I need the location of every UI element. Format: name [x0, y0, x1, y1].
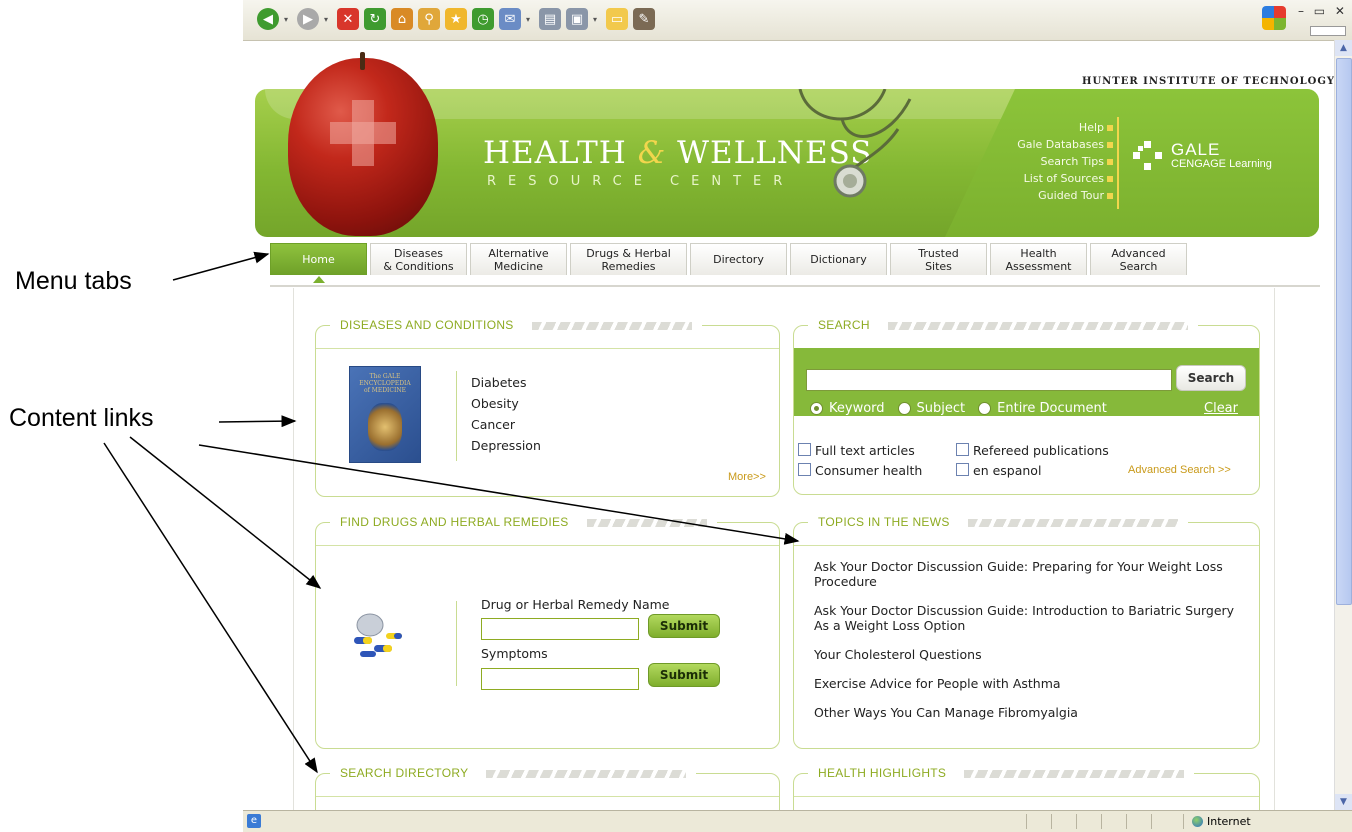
tab-home[interactable]: Home: [270, 243, 367, 275]
header-link-help[interactable]: Help: [1015, 119, 1113, 136]
search-button[interactable]: Search: [1176, 365, 1246, 391]
search-input[interactable]: [806, 369, 1172, 391]
more-link[interactable]: More>>: [728, 471, 766, 483]
favorites-icon[interactable]: ★: [445, 8, 467, 30]
page-icon: e: [247, 814, 261, 828]
radio-subject[interactable]: Subject: [897, 401, 965, 416]
radio-entire-document[interactable]: Entire Document: [978, 401, 1107, 416]
window-controls[interactable]: – ▭ ✕: [1298, 4, 1348, 18]
encyclopedia-cover[interactable]: The GALE ENCYCLOPEDIA of MEDICINE: [349, 366, 421, 463]
clear-link[interactable]: Clear: [1204, 401, 1238, 416]
toolbar-icons: ◀ ▾ ▶ ▾ ✕ ↻ ⌂ ⚲ ★ ◷ ✉ ▾ ▤ ▣ ▾ ▭ ✎: [257, 8, 655, 30]
search-scope-radios: Keyword Subject Entire Document: [810, 401, 1111, 416]
symptoms-input[interactable]: [481, 668, 639, 690]
news-item[interactable]: Ask Your Doctor Discussion Guide: Introd…: [814, 603, 1244, 633]
dropdown-arrow-icon[interactable]: ▾: [284, 15, 292, 24]
news-list: Ask Your Doctor Discussion Guide: Prepar…: [814, 559, 1244, 734]
tab-diseases[interactable]: Diseases & Conditions: [370, 243, 467, 275]
tab-health[interactable]: Health Assessment: [990, 243, 1087, 275]
dropdown-arrow-icon[interactable]: ▾: [526, 15, 534, 24]
checkbox-consumer-health[interactable]: Consumer health: [798, 463, 922, 478]
home-icon[interactable]: ⌂: [391, 8, 413, 30]
scroll-up-icon[interactable]: ▲: [1335, 40, 1352, 56]
header-link-gale-databases[interactable]: Gale Databases: [1015, 136, 1113, 153]
annotation-menu-tabs: Menu tabs: [15, 267, 132, 295]
scroll-down-icon[interactable]: ▼: [1335, 794, 1352, 810]
stethoscope-icon: [798, 89, 912, 198]
stop-icon[interactable]: ✕: [337, 8, 359, 30]
disease-link-diabetes[interactable]: Diabetes: [471, 372, 541, 393]
search-icon[interactable]: ⚲: [418, 8, 440, 30]
menu-tabs: Home Diseases & Conditions Alternative Medic…: [270, 243, 1187, 275]
history-icon[interactable]: ◷: [472, 8, 494, 30]
browser-toolbar: ◀ ▾ ▶ ▾ ✕ ↻ ⌂ ⚲ ★ ◷ ✉ ▾ ▤ ▣ ▾ ▭ ✎ – ▭ ✕: [243, 0, 1352, 41]
edit-icon[interactable]: ▣: [566, 8, 588, 30]
back-icon[interactable]: ◀: [257, 8, 279, 30]
windows-logo-icon: [1262, 6, 1286, 30]
news-panel: TOPICS IN THE NEWS Ask Your Doctor Discu…: [793, 515, 1260, 749]
tab-drugs-herbal[interactable]: Drugs & Herbal Remedies: [570, 243, 687, 275]
diseases-links: Diabetes Obesity Cancer Depression: [471, 372, 541, 456]
refresh-icon[interactable]: ↻: [364, 8, 386, 30]
diseases-title: DISEASES AND CONDITIONS: [340, 318, 514, 332]
checkbox-en-espanol[interactable]: en espanol: [956, 463, 1041, 478]
pills-image: [354, 613, 402, 657]
tab-advanced[interactable]: Advanced Search: [1090, 243, 1187, 275]
highlights-title: HEALTH HIGHLIGHTS: [818, 766, 947, 780]
tab-trusted[interactable]: Trusted Sites: [890, 243, 987, 275]
gale-logo-icon: [1133, 141, 1163, 171]
tab-alternative[interactable]: Alternative Medicine: [470, 243, 567, 275]
news-item[interactable]: Your Cholesterol Questions: [814, 647, 1244, 662]
checkbox-refereed[interactable]: Refereed publications: [956, 443, 1109, 458]
header-link-list-of-sources[interactable]: List of Sources: [1015, 170, 1113, 187]
annotation-content-links: Content links: [9, 404, 154, 432]
drugs-panel: FIND DRUGS AND HERBAL REMEDIES Drug or H…: [315, 515, 780, 749]
advanced-search-link[interactable]: Advanced Search >>: [1128, 464, 1231, 476]
institution-name: HUNTER INSTITUTE OF TECHNOLOGY: [1082, 76, 1336, 87]
news-item[interactable]: Exercise Advice for People with Asthma: [814, 676, 1244, 691]
scroll-thumb[interactable]: [1336, 58, 1352, 605]
gale-cengage-logo[interactable]: GALE CENGAGE Learning: [1133, 141, 1272, 171]
symptoms-submit-button[interactable]: Submit: [648, 663, 720, 687]
apple-logo-icon: [288, 52, 438, 236]
mail-icon[interactable]: ✉: [499, 8, 521, 30]
disease-link-cancer[interactable]: Cancer: [471, 414, 541, 435]
disease-link-obesity[interactable]: Obesity: [471, 393, 541, 414]
drug-name-submit-button[interactable]: Submit: [648, 614, 720, 638]
address-bar-stub: [1310, 26, 1346, 36]
dropdown-arrow-icon[interactable]: ▾: [593, 15, 601, 24]
forward-icon[interactable]: ▶: [297, 8, 319, 30]
directory-title: SEARCH DIRECTORY: [340, 766, 469, 780]
header-links: Help Gale Databases Search Tips List of Sou…: [1015, 119, 1113, 204]
tab-dictionary[interactable]: Dictionary: [790, 243, 887, 275]
news-item[interactable]: Ask Your Doctor Discussion Guide: Prepar…: [814, 559, 1244, 589]
tab-directory[interactable]: Directory: [690, 243, 787, 275]
checkbox-full-text[interactable]: Full text articles: [798, 443, 915, 458]
print-icon[interactable]: ▤: [539, 8, 561, 30]
browser-window: ◀ ▾ ▶ ▾ ✕ ↻ ⌂ ⚲ ★ ◷ ✉ ▾ ▤ ▣ ▾ ▭ ✎ – ▭ ✕ HUNTER INSTITUTE…: [243, 0, 1352, 832]
radio-keyword[interactable]: Keyword: [810, 401, 885, 416]
search-title: SEARCH: [818, 318, 870, 332]
site-subtitle: RESOURCE CENTER: [487, 174, 795, 189]
messenger-icon[interactable]: ✎: [633, 8, 655, 30]
news-item[interactable]: Other Ways You Can Manage Fibromyalgia: [814, 705, 1244, 720]
status-bar: e Internet: [243, 810, 1352, 832]
header-link-guided-tour[interactable]: Guided Tour: [1015, 187, 1113, 204]
globe-icon: [1192, 816, 1203, 827]
diseases-panel: DISEASES AND CONDITIONS The GALE ENCYCLO…: [315, 318, 780, 497]
notes-icon[interactable]: ▭: [606, 8, 628, 30]
drug-name-input[interactable]: [481, 618, 639, 640]
header-link-search-tips[interactable]: Search Tips: [1015, 153, 1113, 170]
vertical-scrollbar[interactable]: ▲ ▼: [1334, 40, 1352, 810]
news-title: TOPICS IN THE NEWS: [818, 515, 950, 529]
symptoms-label: Symptoms: [481, 646, 548, 661]
dropdown-arrow-icon[interactable]: ▾: [324, 15, 332, 24]
drug-name-label: Drug or Herbal Remedy Name: [481, 597, 670, 612]
drugs-title: FIND DRUGS AND HERBAL REMEDIES: [340, 515, 569, 529]
search-panel: SEARCH Search Keyword Subject Entire Docum…: [793, 318, 1260, 495]
security-zone: Internet: [1183, 814, 1251, 829]
disease-link-depression[interactable]: Depression: [471, 435, 541, 456]
